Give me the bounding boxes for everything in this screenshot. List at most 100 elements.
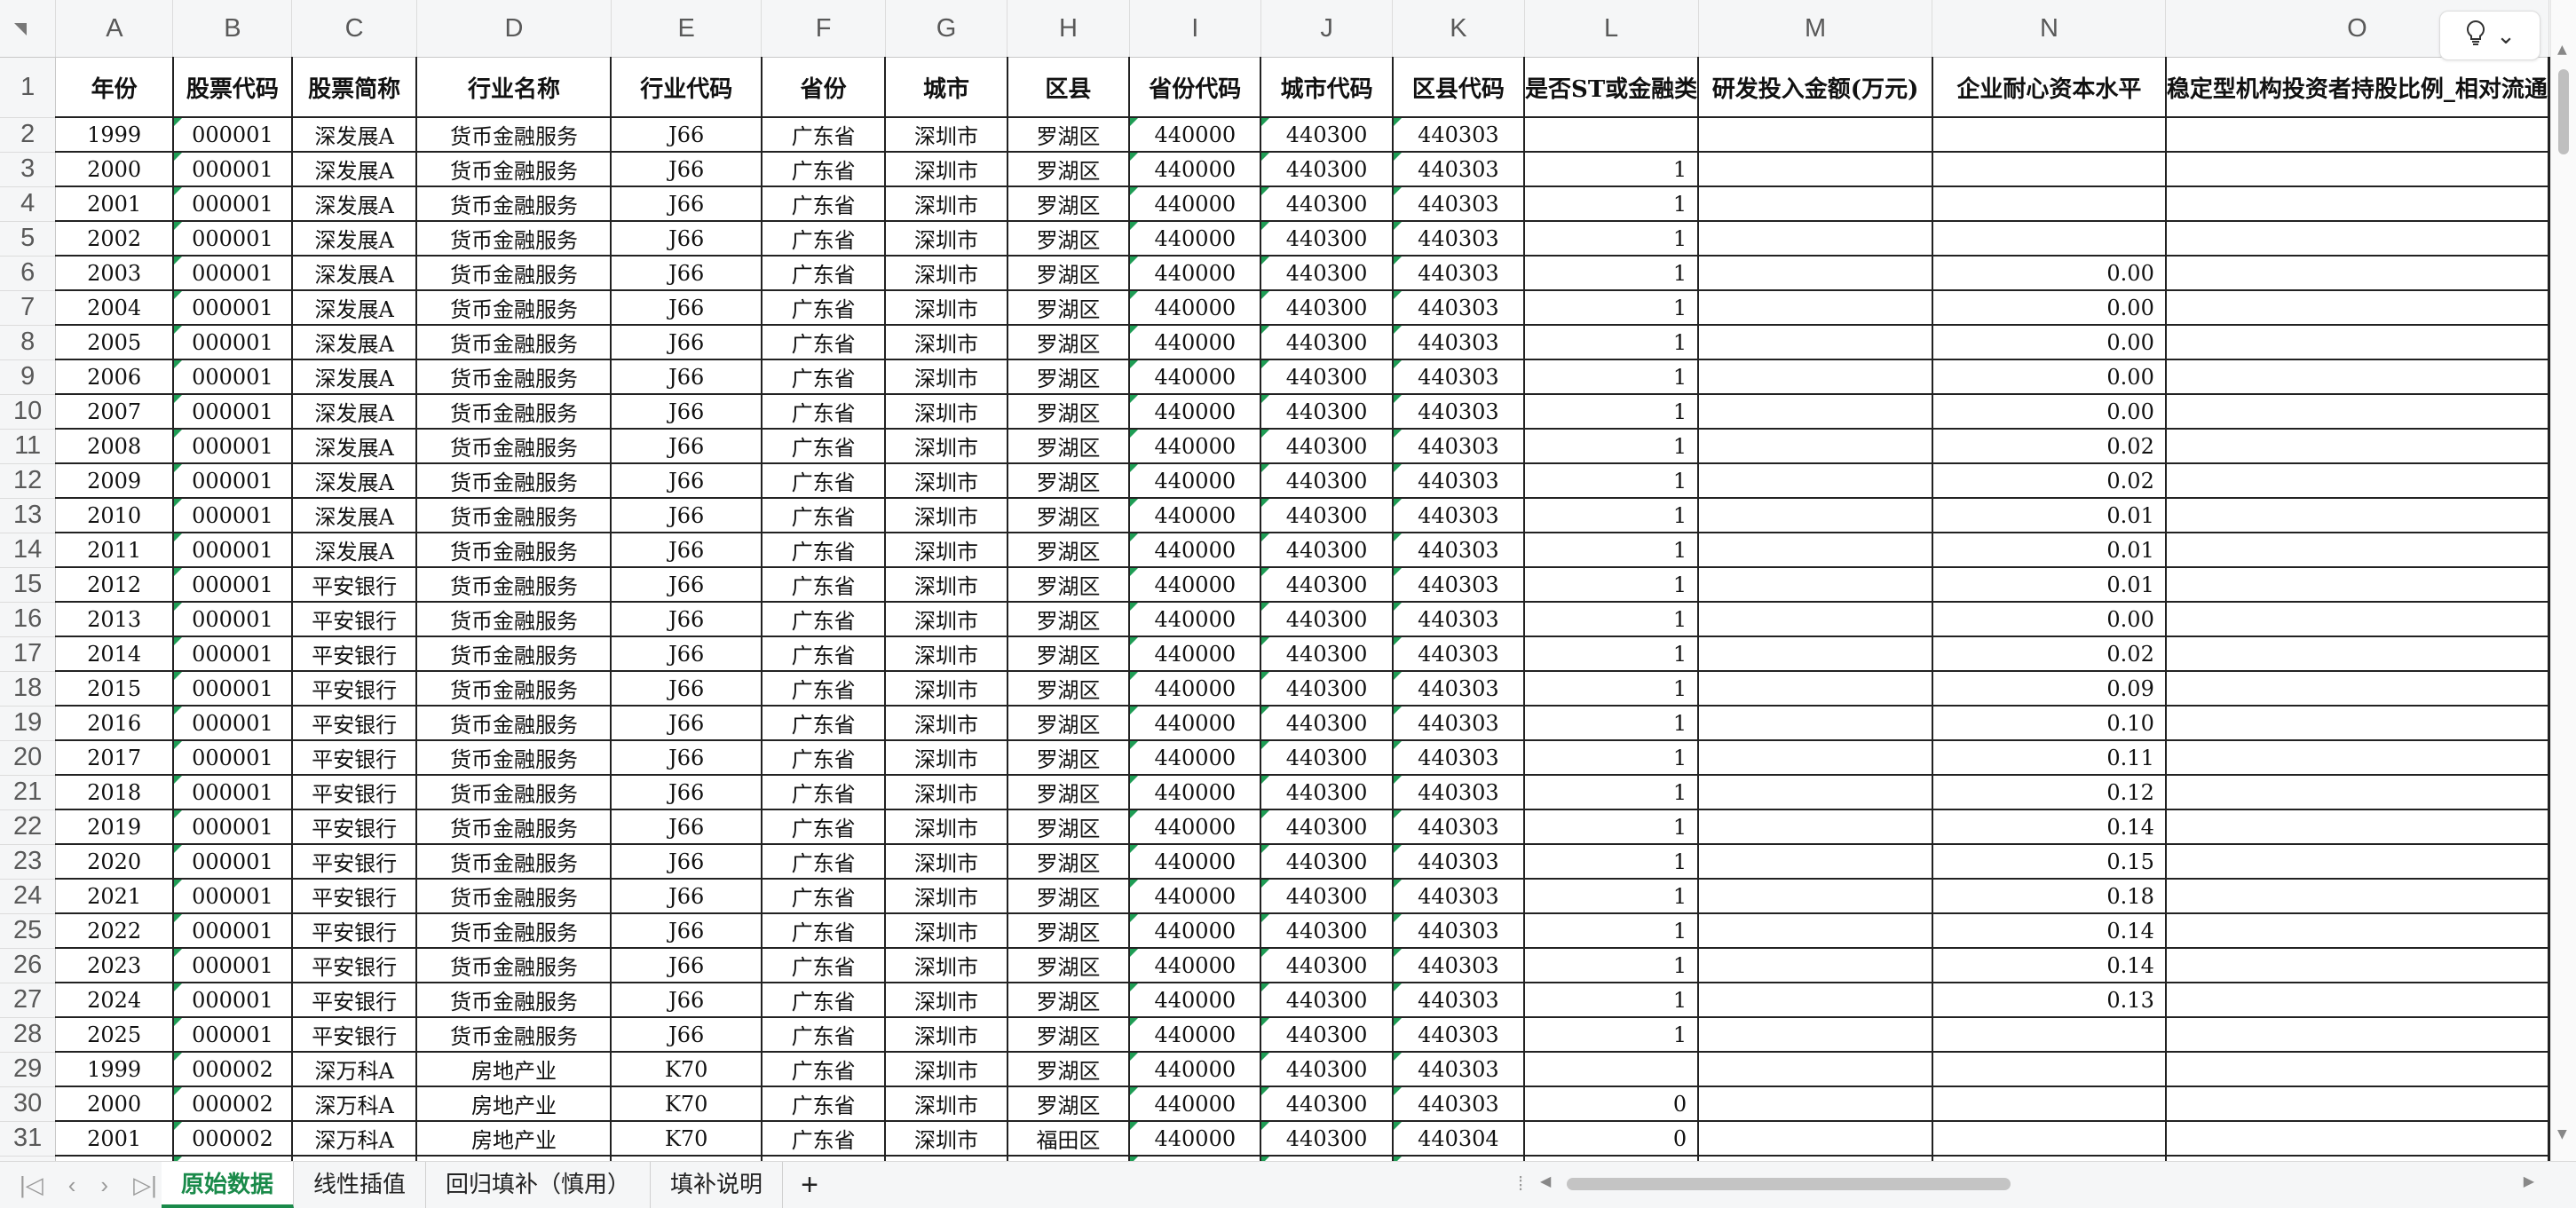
data-cell[interactable]: 平安银行 xyxy=(291,706,418,741)
data-cell[interactable]: 深圳市 xyxy=(885,1017,1008,1053)
column-header-h[interactable]: H xyxy=(1007,0,1130,58)
header-cell[interactable]: 稳定型机构投资者持股比例_相对流通 xyxy=(2165,57,2550,118)
data-cell[interactable] xyxy=(1698,394,1933,430)
data-cell[interactable]: 货币金融服务 xyxy=(416,706,612,741)
data-cell[interactable]: 440303 xyxy=(1392,394,1526,430)
data-cell[interactable] xyxy=(1698,498,1933,533)
data-cell[interactable]: 深发展A xyxy=(291,463,418,499)
sheet-table[interactable]: ABCDEFGHIJKLMNO 1 年份 股票代码 股票简称 行业名称 行业代码 省份 城市区… xyxy=(0,0,2551,1161)
data-cell[interactable]: 000001 xyxy=(172,117,293,153)
data-cell[interactable]: 440303 xyxy=(1392,706,1526,741)
data-cell[interactable]: 货币金融服务 xyxy=(416,913,612,949)
data-cell[interactable] xyxy=(2165,533,2550,568)
data-cell[interactable]: 深圳市 xyxy=(885,636,1008,672)
data-cell[interactable]: 货币金融服务 xyxy=(416,152,612,187)
data-cell[interactable] xyxy=(1932,221,2167,257)
data-cell[interactable]: 2023 xyxy=(55,948,174,983)
data-cell[interactable]: 440303 xyxy=(1392,809,1526,845)
data-cell[interactable]: 440300 xyxy=(1260,706,1394,741)
data-cell[interactable]: 1 xyxy=(1524,636,1700,672)
data-cell[interactable]: 440000 xyxy=(1129,740,1262,776)
data-cell[interactable]: 1999 xyxy=(55,117,174,153)
data-cell[interactable]: J66 xyxy=(611,221,763,257)
data-cell[interactable]: 2001 xyxy=(55,1121,174,1157)
data-cell[interactable]: 440300 xyxy=(1260,1017,1394,1053)
data-cell[interactable]: 2005 xyxy=(55,325,174,360)
row-number[interactable]: 11 xyxy=(0,429,57,464)
data-cell[interactable]: 440303 xyxy=(1392,879,1526,914)
data-cell[interactable]: 0.13 xyxy=(1932,983,2167,1018)
data-cell[interactable]: K70 xyxy=(611,1052,763,1087)
data-cell[interactable]: 深圳市 xyxy=(885,948,1008,983)
data-cell[interactable] xyxy=(1698,186,1933,222)
data-cell[interactable]: 深圳市 xyxy=(885,463,1008,499)
data-cell[interactable]: 货币金融服务 xyxy=(416,948,612,983)
data-cell[interactable] xyxy=(1698,809,1933,845)
data-cell[interactable]: 2006 xyxy=(55,359,174,395)
data-cell[interactable]: 深圳市 xyxy=(885,186,1008,222)
data-cell[interactable]: 广东省 xyxy=(761,671,887,707)
data-cell[interactable]: 440000 xyxy=(1129,429,1262,464)
data-cell[interactable]: 货币金融服务 xyxy=(416,775,612,810)
data-cell[interactable] xyxy=(2165,117,2550,153)
data-cell[interactable]: 440303 xyxy=(1392,740,1526,776)
row-number[interactable]: 25 xyxy=(0,913,57,949)
data-cell[interactable]: 深圳市 xyxy=(885,394,1008,430)
data-cell[interactable]: 440300 xyxy=(1260,394,1394,430)
data-cell[interactable]: 广东省 xyxy=(761,1121,887,1157)
data-cell[interactable]: 1 xyxy=(1524,948,1700,983)
data-cell[interactable]: 000001 xyxy=(172,256,293,291)
header-cell[interactable]: 年份 xyxy=(55,57,174,118)
data-cell[interactable]: 1 xyxy=(1524,913,1700,949)
data-cell[interactable]: J66 xyxy=(611,1017,763,1053)
scroll-right-icon[interactable]: ▶ xyxy=(2524,1172,2534,1190)
data-cell[interactable]: 440000 xyxy=(1129,463,1262,499)
data-cell[interactable]: 深圳市 xyxy=(885,325,1008,360)
data-cell[interactable]: 440300 xyxy=(1260,117,1394,153)
data-cell[interactable] xyxy=(2165,602,2550,637)
data-cell[interactable]: J66 xyxy=(611,152,763,187)
data-cell[interactable]: 000001 xyxy=(172,152,293,187)
data-cell[interactable]: 440300 xyxy=(1260,636,1394,672)
data-cell[interactable]: 440000 xyxy=(1129,706,1262,741)
data-cell[interactable]: 罗湖区 xyxy=(1007,844,1131,880)
data-cell[interactable]: 广东省 xyxy=(761,567,887,603)
data-cell[interactable]: 0.14 xyxy=(1932,948,2167,983)
row-number[interactable]: 29 xyxy=(0,1052,57,1087)
data-cell[interactable]: J66 xyxy=(611,567,763,603)
data-cell[interactable]: 货币金融服务 xyxy=(416,256,612,291)
data-cell[interactable] xyxy=(2165,221,2550,257)
data-cell[interactable]: 440303 xyxy=(1392,152,1526,187)
data-cell[interactable]: 深圳市 xyxy=(885,879,1008,914)
data-cell[interactable]: 2021 xyxy=(55,879,174,914)
data-cell[interactable]: 440000 xyxy=(1129,913,1262,949)
data-cell[interactable]: 2017 xyxy=(55,740,174,776)
spreadsheet-grid[interactable]: ABCDEFGHIJKLMNO 1 年份 股票代码 股票简称 行业名称 行业代码 省份 城市区… xyxy=(0,0,2551,1161)
data-cell[interactable]: 2011 xyxy=(55,533,174,568)
data-cell[interactable]: 深圳市 xyxy=(885,533,1008,568)
data-cell[interactable]: 2010 xyxy=(55,498,174,533)
data-cell[interactable] xyxy=(1698,671,1933,707)
data-cell[interactable]: 1 xyxy=(1524,359,1700,395)
data-cell[interactable]: 0.00 xyxy=(1932,290,2167,326)
data-cell[interactable]: 0.00 xyxy=(1932,394,2167,430)
data-cell[interactable]: 440000 xyxy=(1129,394,1262,430)
column-header-n[interactable]: N xyxy=(1932,0,2167,58)
data-cell[interactable]: 1 xyxy=(1524,983,1700,1018)
data-cell[interactable]: 货币金融服务 xyxy=(416,359,612,395)
data-cell[interactable]: 1 xyxy=(1524,463,1700,499)
data-cell[interactable]: 440303 xyxy=(1392,117,1526,153)
row-number[interactable]: 16 xyxy=(0,602,57,637)
data-cell[interactable]: 0.00 xyxy=(1932,602,2167,637)
data-cell[interactable]: 440300 xyxy=(1260,775,1394,810)
row-number[interactable]: 2 xyxy=(0,117,57,153)
data-cell[interactable]: 1 xyxy=(1524,879,1700,914)
data-cell[interactable]: 2008 xyxy=(55,429,174,464)
data-cell[interactable]: 440300 xyxy=(1260,359,1394,395)
data-cell[interactable]: 广东省 xyxy=(761,775,887,810)
data-cell[interactable]: 2019 xyxy=(55,809,174,845)
data-cell[interactable]: 罗湖区 xyxy=(1007,498,1131,533)
data-cell[interactable]: 货币金融服务 xyxy=(416,636,612,672)
data-cell[interactable]: J66 xyxy=(611,879,763,914)
data-cell[interactable]: J66 xyxy=(611,394,763,430)
